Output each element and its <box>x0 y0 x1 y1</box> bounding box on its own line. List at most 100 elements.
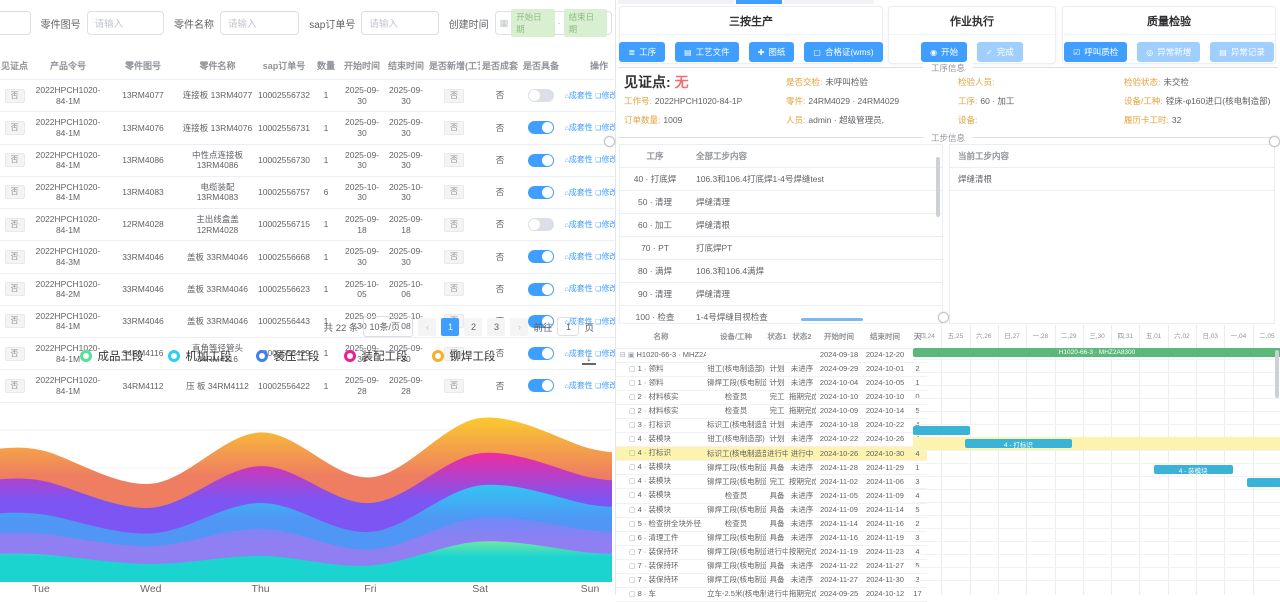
gantt-task-row[interactable]: ▢5 · 检查拼全块外径 检查员 具备 未进序 2024-11-14 2024-… <box>616 517 927 531</box>
task-status1: 进行中 <box>766 545 788 559</box>
gantt-bar-4 - 打标识[interactable]: 4 - 打标识 <box>965 439 1071 448</box>
process-row[interactable]: 70 · PT打底焊PT <box>620 237 942 260</box>
button-工艺文件[interactable]: ▤工艺文件 <box>675 42 739 62</box>
ready-toggle[interactable] <box>528 121 554 134</box>
goto-page-input[interactable]: 1 <box>557 317 579 336</box>
button-工序[interactable]: ≣工序 <box>619 42 665 62</box>
task-dev: 铆焊工段(核电制造部) <box>706 475 766 489</box>
legend-item[interactable]: 装压工段 <box>256 348 320 364</box>
ready-toggle[interactable] <box>528 283 554 296</box>
gantt-vertical-scrollbar[interactable] <box>1275 350 1279 398</box>
page-size-select[interactable]: 10条/页▾ <box>363 316 413 337</box>
tab-active[interactable] <box>736 0 782 4</box>
gantt-task-row[interactable]: ▢2 · 材料核实 检查员 完工 拖期完成 2024-10-09 2024-10… <box>616 405 927 419</box>
legend-item[interactable]: 成品工段 <box>80 348 144 364</box>
col-header-5: 数量 <box>312 52 340 80</box>
ready-toggle[interactable] <box>528 89 554 102</box>
completeness-link[interactable]: ⌂成套性 <box>565 188 593 197</box>
legend-item[interactable]: 机加工段 <box>168 348 232 364</box>
info-column-2: 是否交检:未呼叫检验零件:24RM4029 · 24RM4029人员:admin… <box>786 73 899 130</box>
gantt-task-row[interactable]: ▢4 · 装模块 铆焊工段(核电制造部) 具备 未进序 2024-11-09 2… <box>616 503 927 517</box>
gantt-task-row[interactable]: ▢2 · 材料核实 检查员 完工 拖期完成 2024-10-10 2024-10… <box>616 391 927 405</box>
gantt-bar[interactable] <box>1247 478 1280 487</box>
completeness-link[interactable]: ⌂成套性 <box>565 91 593 100</box>
splitter-handle[interactable] <box>938 312 949 323</box>
gantt-bar[interactable] <box>913 426 970 435</box>
button-呼叫质检[interactable]: ☑呼叫质检 <box>1064 42 1127 62</box>
completeness-link[interactable]: ⌂成套性 <box>565 284 593 293</box>
date-end-input[interactable]: 结束日期 <box>564 9 607 37</box>
created-time-range-picker[interactable]: ▦ 开始日期 - 结束日期 <box>495 11 612 35</box>
ready-toggle[interactable] <box>528 154 554 167</box>
gantt-task-row[interactable]: ⊟▣H1020-66-3 · MHZ2A8300 2024-09-18 2024… <box>616 349 927 363</box>
gantt-task-row[interactable]: ▢7 · 装保持环 铆焊工段(核电制造部) 进行中 按期完成 2024-11-1… <box>616 545 927 559</box>
page-number-1[interactable]: 1 <box>441 318 459 336</box>
gantt-bar-H1020-66-3 · MHZ2A8300[interactable]: H1020-66-3 · MHZ2A8300 <box>913 348 1280 357</box>
info-item: 设备/工种:镗床-φ160进口(核电制造部) <box>1124 92 1270 111</box>
info-value: 镗床-φ160进口(核电制造部) <box>1166 96 1271 106</box>
file-icon: ▢ <box>629 408 636 415</box>
vertical-scrollbar[interactable] <box>936 157 940 217</box>
gantt-task-row[interactable]: ▢7 · 装保持环 铆焊工段(核电制造部) 具备 未进序 2024-11-27 … <box>616 573 927 587</box>
completeness-link[interactable]: ⌂成套性 <box>565 220 593 229</box>
part-drawing-input[interactable]: 请输入 <box>87 11 164 35</box>
process-row[interactable]: 60 · 加工焊缝清根 <box>620 214 942 237</box>
button-异常新增[interactable]: ◎异常新增 <box>1137 42 1200 62</box>
date-start-input[interactable]: 开始日期 <box>511 9 554 37</box>
gantt-task-row[interactable]: ▢1 · 领料 钳工(核电制造部) 计划 未进序 2024-09-29 2024… <box>616 363 927 377</box>
completeness-link[interactable]: ⌂成套性 <box>565 381 593 390</box>
ready-toggle[interactable] <box>528 250 554 263</box>
process-row[interactable]: 50 · 清理焊缝清理 <box>620 191 942 214</box>
page-number-3[interactable]: 3 <box>487 318 505 336</box>
gantt-task-row[interactable]: ▢4 · 装模块 钳工(核电制造部) 计划 未进序 2024-10-22 202… <box>616 433 927 447</box>
gantt-task-row[interactable]: ▢8 · 车 立车-2.5米(核电制造部) 进行中 拖期完成 2024-09-2… <box>616 587 927 601</box>
gantt-col-header: 状态1 <box>766 325 788 349</box>
button-合格证(wms)[interactable]: ▢合格证(wms) <box>804 42 882 62</box>
legend-item[interactable]: 铆焊工段 <box>432 348 496 364</box>
truncated-filter-input[interactable] <box>0 11 31 35</box>
button-开始[interactable]: ◉开始 <box>921 42 967 62</box>
task-status1: 进行中 <box>766 587 788 601</box>
sap-order-input[interactable]: 请输入 <box>361 11 438 35</box>
gantt-task-row[interactable]: ▢1 · 领料 铆焊工段(核电制造部) 计划 未进序 2024-10-04 20… <box>616 377 927 391</box>
splitter-handle[interactable] <box>1269 136 1280 147</box>
ready-toggle[interactable] <box>528 186 554 199</box>
gantt-task-row[interactable]: ▢3 · 打标识 标识工(核电制造部) 计划 未进序 2024-10-18 20… <box>616 419 927 433</box>
horizontal-scrollbar[interactable] <box>801 318 863 321</box>
process-row[interactable]: 40 · 打底焊106.3和106.4打底焊1-4号焊缝test <box>620 168 942 191</box>
ready-toggle[interactable] <box>528 218 554 231</box>
download-icon[interactable]: ↓ <box>582 352 596 365</box>
ready-toggle[interactable] <box>528 379 554 392</box>
button-异常记录[interactable]: ▤异常记录 <box>1210 42 1274 62</box>
gantt-task-row[interactable]: ▢6 · 清理工件 铆焊工段(核电制造部) 具备 未进序 2024-11-16 … <box>616 531 927 545</box>
gantt-task-row[interactable]: ▢4 · 装模块 检查员 具备 未进序 2024-11-05 2024-11-0… <box>616 489 927 503</box>
witness-tag: 否 <box>5 218 25 232</box>
info-item: 零件:24RM4029 · 24RM4029 <box>786 92 899 111</box>
step-content: 焊缝清理 <box>690 191 942 214</box>
gantt-task-row[interactable]: ▢4 · 装模块 铆焊工段(核电制造部) 完工 按期完成 2024-11-02 … <box>616 475 927 489</box>
collapse-icon[interactable]: ⊟ <box>620 352 626 359</box>
process-row[interactable]: 100 · 检查1-4号焊缝目视检查 <box>620 306 942 325</box>
completeness-link[interactable]: ⌂成套性 <box>565 123 593 132</box>
completeness-link[interactable]: ⌂成套性 <box>565 252 593 261</box>
prev-page-button[interactable]: ‹ <box>418 318 436 336</box>
gantt-task-row[interactable]: ▢7 · 装保持环 铆焊工段(核电制造部) 具备 未进序 2024-11-22 … <box>616 559 927 573</box>
gantt-task-row[interactable]: ▢4 · 装模块 铆焊工段(核电制造部) 具备 未进序 2024-11-28 2… <box>616 461 927 475</box>
splitter-handle[interactable] <box>604 136 615 147</box>
process-row[interactable]: 80 · 满焊106.3和106.4满焊 <box>620 260 942 283</box>
task-start: 2024-09-25 <box>816 587 862 601</box>
task-status2: 未进序 <box>788 559 816 573</box>
next-page-button[interactable]: › <box>510 318 528 336</box>
page-number-2[interactable]: 2 <box>464 318 482 336</box>
legend-item[interactable]: 装配工段 <box>344 348 408 364</box>
button-完成[interactable]: ✓完成 <box>977 42 1023 62</box>
task-status1: 具备 <box>766 559 788 573</box>
tab-inactive[interactable] <box>618 0 734 4</box>
part-name-input[interactable]: 请输入 <box>220 11 299 35</box>
tab-inactive[interactable] <box>784 0 874 4</box>
process-row[interactable]: 90 · 清理焊缝清理 <box>620 283 942 306</box>
gantt-task-row[interactable]: ▢4 · 打标识 标识工(核电制造部) 进行中 进行中 2024-10-26 2… <box>616 447 927 461</box>
gantt-bar-4 - 装模块[interactable]: 4 - 装模块 <box>1154 465 1233 474</box>
button-图纸[interactable]: ✚图纸 <box>749 42 795 62</box>
completeness-link[interactable]: ⌂成套性 <box>565 155 593 164</box>
